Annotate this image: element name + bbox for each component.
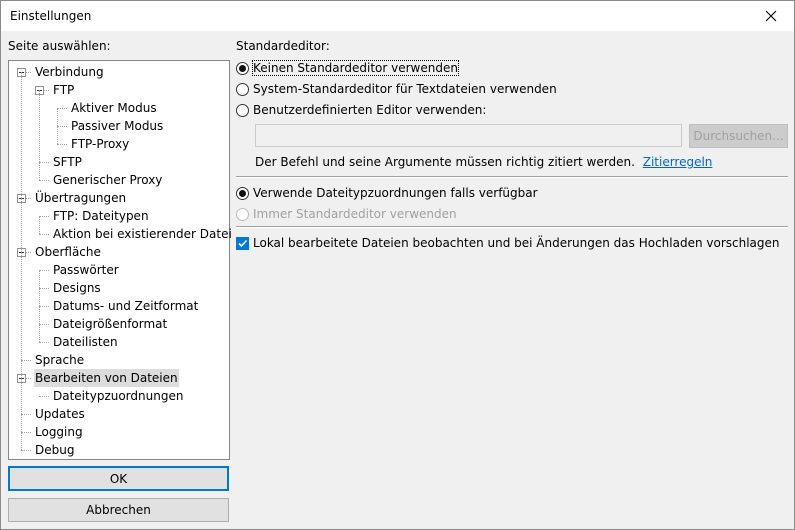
settings-tree[interactable]: Verbindung FTP Aktiver Modus Passiver Modus… [8, 60, 233, 460]
tree-connector [39, 306, 49, 307]
tree-item[interactable]: Übertragungen [34, 189, 127, 207]
page-select-label: Seite auswählen: [8, 39, 111, 53]
separator [236, 176, 788, 178]
tree-item[interactable]: FTP [52, 81, 75, 99]
close-icon [765, 10, 777, 22]
tree-item[interactable]: Dateigrößenformat [52, 315, 168, 333]
tree-connector [21, 414, 22, 432]
radio-custom-editor[interactable]: Benutzerdefinierten Editor verwenden: [236, 102, 486, 118]
quoting-rules-link[interactable]: Zitierregeln [643, 155, 713, 169]
tree-connector [39, 270, 49, 271]
tree-connector [57, 144, 67, 145]
tree-item[interactable]: Logging [34, 423, 84, 441]
tree-connector [39, 288, 40, 306]
tree-connector [57, 126, 58, 144]
separator [236, 226, 788, 228]
watch-files-checkbox[interactable]: Lokal bearbeitete Dateien beobachten und… [236, 235, 780, 251]
title-bar: Einstellungen [1, 1, 794, 31]
custom-editor-field[interactable] [255, 124, 682, 147]
radio-button[interactable] [236, 82, 249, 96]
tree-item[interactable]: SFTP [52, 153, 83, 171]
tree-item[interactable]: FTP: Dateitypen [52, 207, 150, 225]
tree-item[interactable]: Oberfläche [34, 243, 102, 261]
tree-connector [39, 270, 40, 288]
settings-dialog: Einstellungen Seite auswählen: Verbindun… [0, 0, 795, 530]
tree-connector [39, 342, 49, 343]
tree-item[interactable]: Passwörter [52, 261, 120, 279]
tree-connector [21, 198, 22, 252]
tree-connector [39, 288, 49, 289]
radio-system-editor[interactable]: System-Standardeditor für Textdateien ve… [236, 81, 557, 97]
ok-button[interactable]: OK [8, 466, 229, 491]
close-button[interactable] [748, 1, 794, 31]
tree-item[interactable]: Verbindung [34, 63, 105, 81]
tree-item[interactable]: Aktiver Modus [70, 99, 158, 117]
tree-item[interactable]: Sprache [34, 351, 85, 369]
hint-text: Der Befehl und seine Argumente müssen ri… [255, 155, 635, 169]
tree-item[interactable]: FTP-Proxy [70, 135, 130, 153]
tree-item[interactable]: Aktion bei existierender Datei [52, 225, 233, 243]
radio-label: Immer Standardeditor verwenden [253, 207, 457, 221]
quoting-hint: Der Befehl und seine Argumente müssen ri… [255, 155, 712, 169]
tree-item[interactable]: Dateitypzuordnungen [52, 387, 184, 405]
tree-connector [39, 216, 40, 234]
browse-button[interactable]: Durchsuchen... [689, 124, 788, 148]
radio-button[interactable] [236, 207, 249, 221]
radio-use-filetype[interactable]: Verwende Dateitypzuordnungen falls verfü… [236, 185, 538, 201]
radio-label: Benutzerdefinierten Editor verwenden: [253, 103, 487, 117]
checkbox-label: Lokal bearbeitete Dateien beobachten und… [253, 236, 780, 250]
tree-item[interactable]: Generischer Proxy [52, 171, 163, 189]
check-icon [238, 239, 248, 247]
tree-connector [21, 414, 31, 415]
window-title: Einstellungen [10, 9, 92, 23]
tree-connector [39, 234, 49, 235]
tree-connector [39, 180, 49, 181]
tree-connector [39, 162, 49, 163]
radio-label: System-Standardeditor für Textdateien ve… [253, 82, 557, 96]
tree-connector [21, 360, 22, 378]
tree-connector [21, 360, 31, 361]
tree-connector [39, 324, 40, 342]
tree-connector [21, 72, 22, 198]
tree-connector [21, 432, 31, 433]
tree-connector [39, 306, 40, 324]
tree-item[interactable]: Passiver Modus [70, 117, 164, 135]
radio-button[interactable] [236, 61, 249, 75]
tree-connector [39, 162, 40, 180]
tree-connector [21, 378, 22, 414]
tree-connector [21, 252, 22, 360]
tree-connector [21, 432, 22, 450]
radio-always-default[interactable]: Immer Standardeditor verwenden [236, 206, 457, 222]
tree-connector [57, 108, 58, 126]
tree-connector [39, 396, 49, 397]
tree-connector [21, 450, 31, 451]
tree-connector [39, 90, 40, 162]
standard-editor-label: Standardeditor: [236, 39, 330, 53]
tree-item[interactable]: Datums- und Zeitformat [52, 297, 199, 315]
radio-button[interactable] [236, 103, 249, 117]
radio-no-default-editor[interactable]: Keinen Standardeditor verwenden [236, 60, 459, 76]
tree-connector [57, 126, 67, 127]
tree-item[interactable]: Dateilisten [52, 333, 119, 351]
tree-connector [57, 108, 67, 109]
tree-item[interactable]: Updates [34, 405, 86, 423]
checkbox[interactable] [236, 236, 249, 250]
radio-button[interactable] [236, 186, 249, 200]
tree-item[interactable]: Bearbeiten von Dateien [34, 369, 179, 387]
cancel-button[interactable]: Abbrechen [8, 498, 229, 522]
radio-label: Keinen Standardeditor verwenden [252, 60, 459, 76]
tree-item[interactable]: Designs [52, 279, 102, 297]
tree-connector [39, 216, 49, 217]
tree-item[interactable]: Debug [34, 441, 75, 459]
radio-label: Verwende Dateitypzuordnungen falls verfü… [253, 186, 538, 200]
tree-connector [39, 324, 49, 325]
